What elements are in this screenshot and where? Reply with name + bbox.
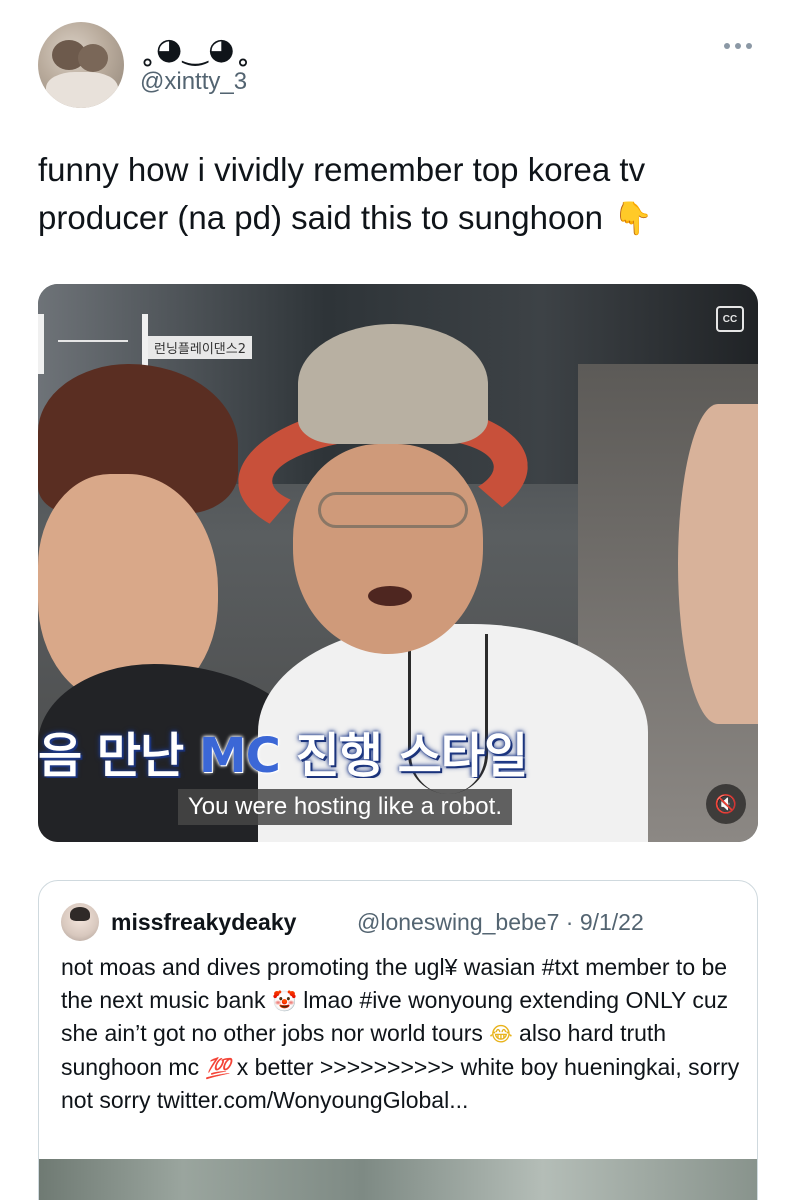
speaker-muted-icon[interactable]: 🔇 xyxy=(706,784,746,824)
korean-subtitle: 음 만난 MC 진행 스타일 xyxy=(38,716,758,778)
avatar-photo-part xyxy=(46,72,118,108)
quoted-tweet[interactable]: missfreakydeaky @loneswing_bebe7 · 9/1/2… xyxy=(38,880,758,1200)
english-subtitle: You were hosting like a robot. xyxy=(178,789,512,825)
pointing-down-emoji-icon: 👇 xyxy=(613,199,653,237)
tweet-body: funny how i vividly remember top korea t… xyxy=(38,151,646,236)
quoted-author-name: missfreakydeaky xyxy=(111,909,297,935)
mouth xyxy=(368,586,412,606)
clown-emoji-icon: 🤡 xyxy=(271,988,297,1013)
author-avatar[interactable] xyxy=(38,22,124,108)
dot xyxy=(724,43,730,49)
avatar-photo-part xyxy=(78,44,108,72)
korean-subtitle-mc: MC xyxy=(198,728,281,778)
closed-captions-icon[interactable]: CC xyxy=(716,306,744,332)
dot xyxy=(746,43,752,49)
quoted-tweet-media[interactable] xyxy=(39,1159,757,1200)
tweet-video[interactable]: 런닝플레이댄스2 CC 음 만난 MC 진행 스타일 You were host… xyxy=(38,284,758,842)
author-display-name[interactable]: ˳◕‿◕˳ xyxy=(140,32,251,67)
more-options-icon[interactable] xyxy=(724,36,758,56)
korean-subtitle-part: 음 만난 xyxy=(38,728,199,778)
quoted-tweet-text: not moas and dives promoting the ugl¥ wa… xyxy=(61,951,741,1117)
dot xyxy=(735,43,741,49)
korean-subtitle-part: 진행 스타일 xyxy=(279,728,529,778)
laughing-emoji-icon: 😂 xyxy=(489,1022,513,1046)
quoted-author-avatar xyxy=(61,903,99,941)
quoted-author-handle-date: @loneswing_bebe7 · 9/1/22 xyxy=(357,909,644,935)
show-name-tag: 런닝플레이댄스2 xyxy=(148,336,252,359)
bucket-hat-crown xyxy=(298,324,488,444)
author-handle[interactable]: @xintty_3 xyxy=(140,68,247,96)
hundred-points-emoji-icon: 💯 xyxy=(205,1055,231,1080)
person-right xyxy=(678,404,758,724)
tweet-text: funny how i vividly remember top korea t… xyxy=(38,146,758,242)
